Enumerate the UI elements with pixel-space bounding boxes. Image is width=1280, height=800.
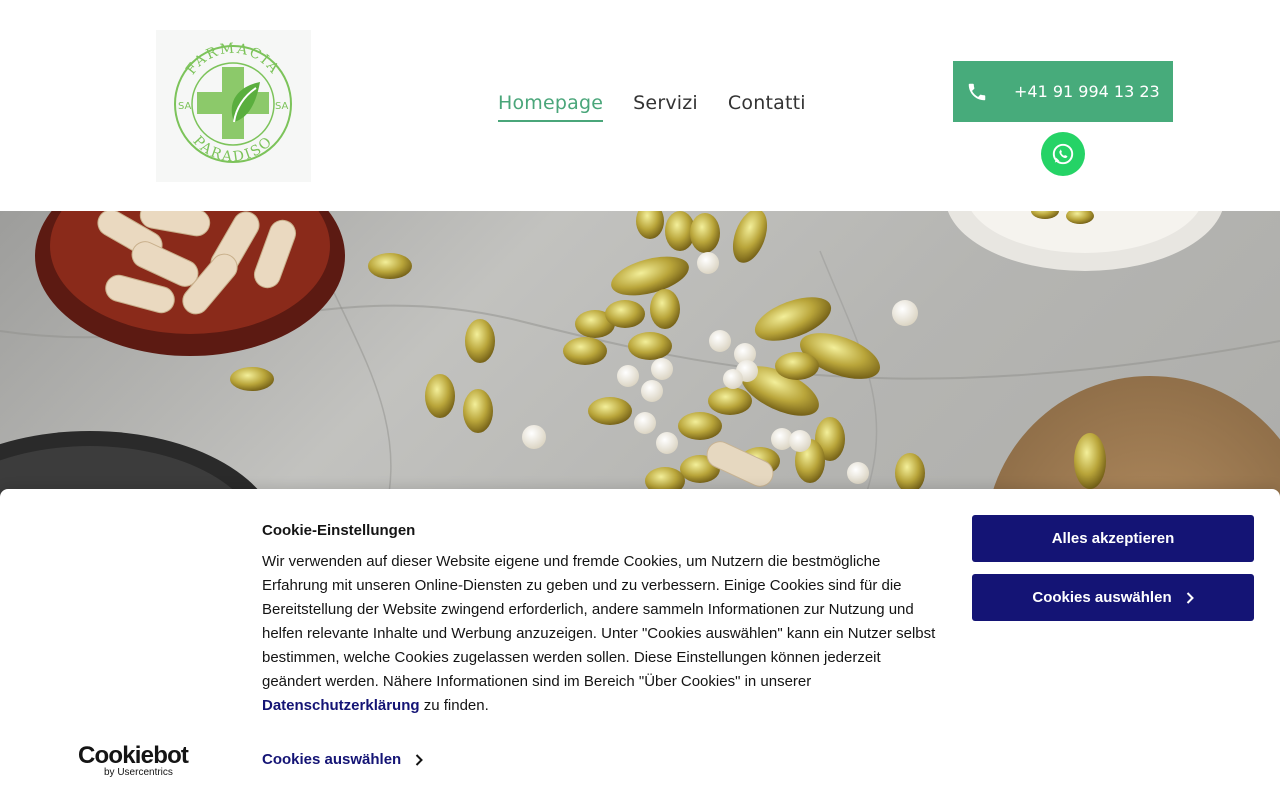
- cookie-description: Wir verwenden auf dieser Website eigene …: [262, 550, 942, 718]
- logo-left-tag: SA: [178, 101, 192, 112]
- privacy-policy-link[interactable]: Datenschutzerklärung: [262, 697, 420, 714]
- nav-homepage[interactable]: Homepage: [498, 92, 604, 122]
- chevron-right-icon: [416, 753, 424, 766]
- cookiebot-logo[interactable]: Cookiebot by Usercentrics: [78, 742, 189, 778]
- select-cookies-button[interactable]: Cookies auswählen: [972, 574, 1254, 621]
- main-nav: Homepage Servizi Contatti: [498, 92, 806, 122]
- cookiebot-brand-sub: by Usercentrics: [104, 767, 173, 778]
- whatsapp-icon: [1052, 143, 1074, 165]
- cookie-title: Cookie-Einstellungen: [262, 522, 416, 539]
- phone-call-button[interactable]: +41 91 994 13 23: [953, 61, 1173, 122]
- site-header: FARMACIA SA SA FARMACIA PARADISO Homepag…: [0, 0, 1280, 211]
- select-cookies-label: Cookies auswählen: [1032, 589, 1172, 606]
- accept-all-button[interactable]: Alles akzeptieren: [972, 515, 1254, 562]
- cookiebot-brand: Cookiebot: [78, 742, 189, 769]
- accept-all-label: Alles akzeptieren: [1051, 530, 1175, 547]
- cookies-select-link[interactable]: Cookies auswählen: [262, 751, 424, 768]
- phone-icon: [965, 80, 989, 104]
- whatsapp-button[interactable]: [1041, 132, 1085, 176]
- nav-contatti[interactable]: Contatti: [728, 92, 806, 122]
- cookie-body-end: zu finden.: [419, 697, 489, 714]
- farmacia-paradiso-logo[interactable]: FARMACIA SA SA FARMACIA PARADISO: [156, 30, 311, 182]
- phone-number: +41 91 994 13 23: [1014, 82, 1160, 101]
- cookies-select-link-label: Cookies auswählen: [262, 751, 402, 768]
- nav-servizi[interactable]: Servizi: [633, 92, 698, 122]
- logo-graphic: FARMACIA SA SA FARMACIA PARADISO: [174, 40, 292, 165]
- chevron-right-icon: [1186, 591, 1194, 604]
- logo-right-tag: SA: [275, 101, 289, 112]
- cookie-consent-banner: Cookie-Einstellungen Wir verwenden auf d…: [0, 489, 1280, 800]
- cookie-body-text: Wir verwenden auf dieser Website eigene …: [262, 553, 936, 690]
